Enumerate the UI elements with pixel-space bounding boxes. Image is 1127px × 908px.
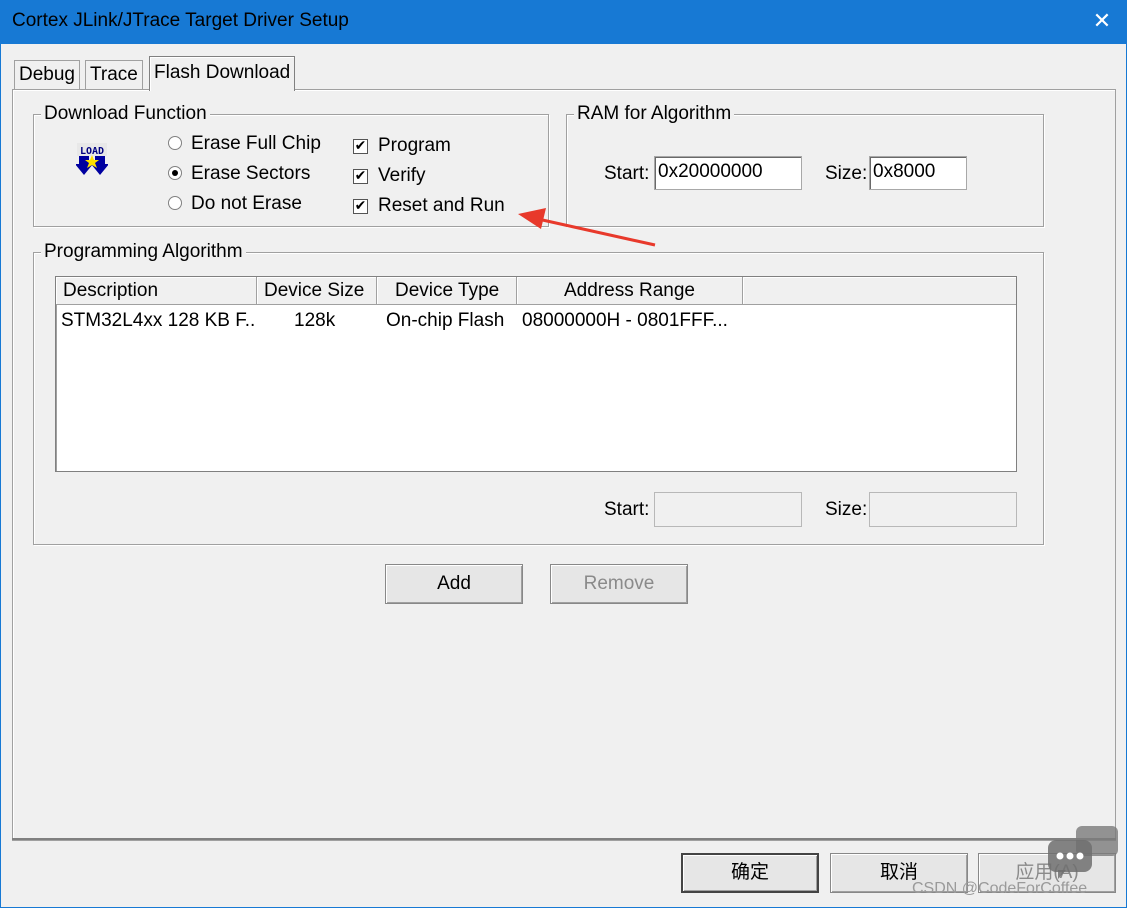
do-not-erase-radio[interactable] <box>168 196 182 210</box>
ram-size-input[interactable]: 0x8000 <box>869 156 967 190</box>
column-header-address-range[interactable]: Address Range <box>517 277 743 305</box>
algo-start-label: Start: <box>604 499 650 520</box>
program-label[interactable]: Program <box>378 135 451 157</box>
load-icon: LOAD <box>76 143 108 175</box>
algo-size-input[interactable] <box>869 492 1017 527</box>
reset-and-run-checkbox[interactable]: ✔ <box>353 199 368 214</box>
watermark: CSDN @CodeForCoffee <box>912 880 1088 897</box>
remove-button[interactable]: Remove <box>550 564 688 604</box>
tab-debug[interactable]: Debug <box>14 60 80 89</box>
erase-sectors-label[interactable]: Erase Sectors <box>191 163 310 185</box>
ram-start-label: Start: <box>604 163 650 184</box>
tab-trace[interactable]: Trace <box>85 60 143 89</box>
ram-for-algorithm-legend: RAM for Algorithm <box>574 103 735 125</box>
erase-sectors-radio[interactable] <box>168 166 182 180</box>
erase-full-chip-radio[interactable] <box>168 136 182 150</box>
tab-page-divider <box>12 838 1116 840</box>
column-header-device-type[interactable]: Device Type <box>377 277 517 305</box>
ram-start-input[interactable]: 0x20000000 <box>654 156 802 190</box>
column-header-filler <box>743 277 1016 305</box>
add-button[interactable]: Add <box>385 564 523 604</box>
window-title: Cortex JLink/JTrace Target Driver Setup <box>12 10 349 31</box>
verify-checkbox[interactable]: ✔ <box>353 169 368 184</box>
column-header-device-size[interactable]: Device Size <box>257 277 377 305</box>
row-address-range-cell[interactable]: 08000000H - 0801FFF... <box>522 309 742 333</box>
erase-full-chip-label[interactable]: Erase Full Chip <box>191 133 321 155</box>
programming-algorithm-legend: Programming Algorithm <box>41 241 246 263</box>
window-border-left <box>0 44 1 908</box>
annotation-arrow <box>518 208 656 247</box>
chat-bubble-icon[interactable] <box>1048 826 1118 880</box>
row-device-size-cell[interactable]: 128k <box>294 309 374 333</box>
reset-and-run-label[interactable]: Reset and Run <box>378 195 505 217</box>
row-device-type-cell[interactable]: On-chip Flash <box>386 309 514 333</box>
algo-size-label: Size: <box>825 499 868 520</box>
ok-button[interactable]: 确定 <box>681 853 819 893</box>
algo-start-input[interactable] <box>654 492 802 527</box>
program-checkbox[interactable]: ✔ <box>353 139 368 154</box>
download-function-legend: Download Function <box>41 103 210 125</box>
column-header-description[interactable]: Description <box>56 277 257 305</box>
close-icon[interactable]: ✕ <box>1088 6 1116 36</box>
algorithm-list[interactable]: Description Device Size Device Type Addr… <box>55 276 1017 472</box>
do-not-erase-label[interactable]: Do not Erase <box>191 193 302 215</box>
verify-label[interactable]: Verify <box>378 165 426 187</box>
row-description-cell[interactable]: STM32L4xx 128 KB F... <box>61 309 257 333</box>
ram-size-label: Size: <box>825 163 868 184</box>
tab-flash-download[interactable]: Flash Download <box>149 56 296 91</box>
